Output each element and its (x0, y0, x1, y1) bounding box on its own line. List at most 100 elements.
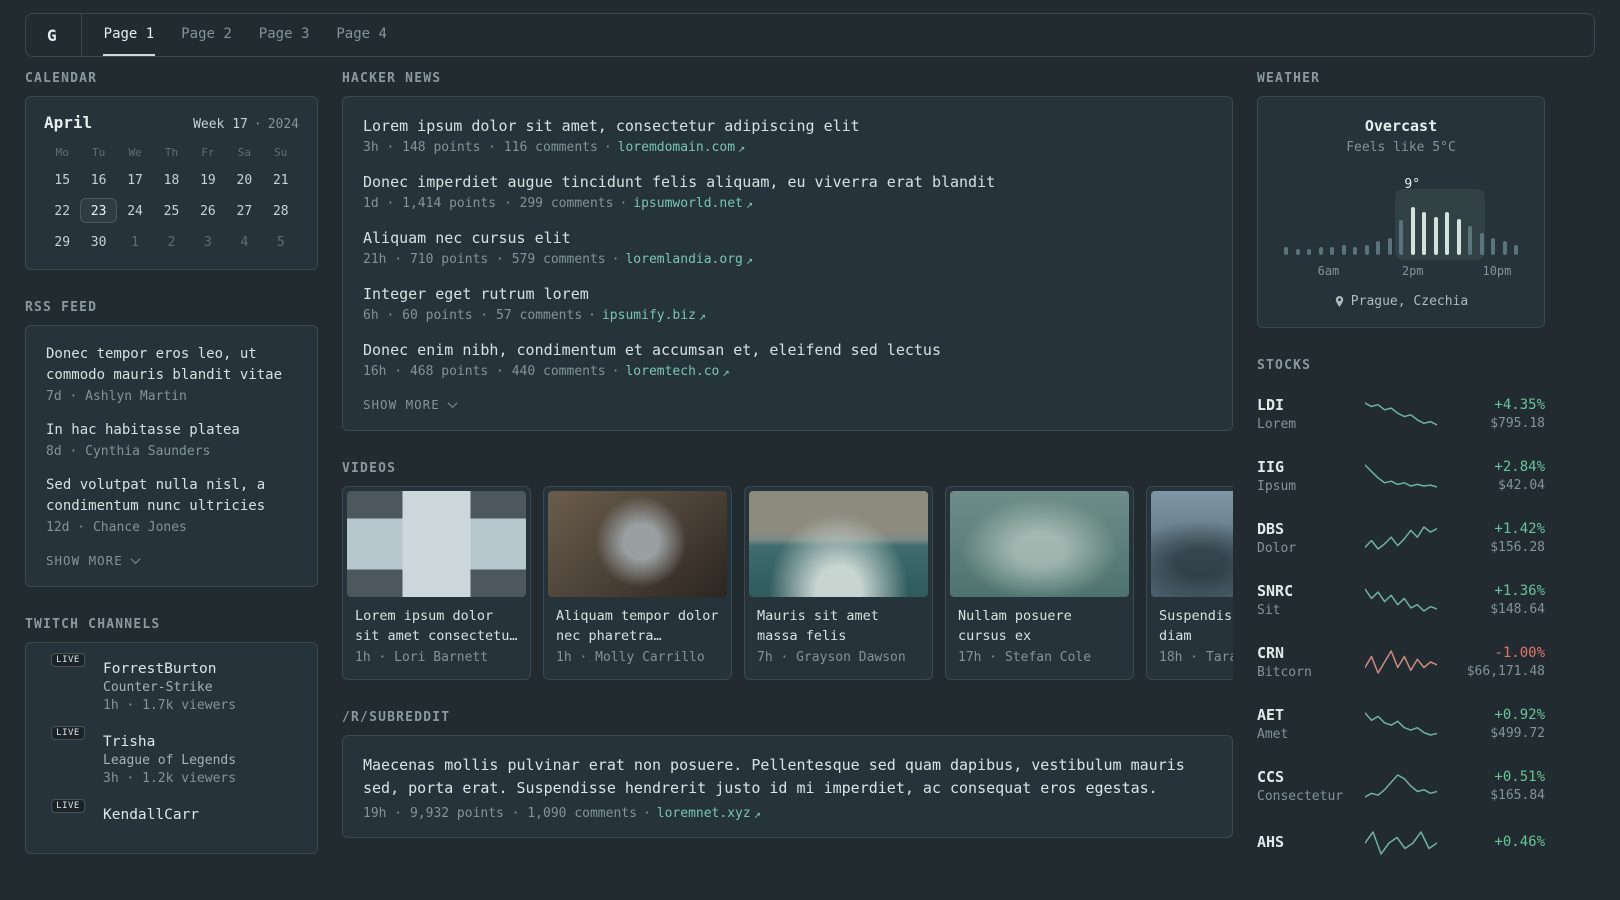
video-title: Aliquam tempor dolor nec pharetra… (556, 608, 719, 644)
rss-item-meta-text: 7d · Ashlyn Martin (46, 389, 187, 404)
stock-price: $148.64 (1490, 602, 1545, 617)
weather-bar (1502, 241, 1507, 255)
hn-domain-link[interactable]: ipsumworld.net ↗ (633, 196, 753, 211)
rss-item-title[interactable]: Donec tempor eros leo, ut commodo mauris… (46, 344, 297, 386)
video-meta: 1h · Lori Barnett (355, 650, 489, 665)
hn-item-title[interactable]: Donec enim nibh, condimentum et accumsan… (363, 339, 1212, 361)
page-tab[interactable]: Page 1 (102, 14, 156, 56)
video-meta: 17h · Stefan Cole (958, 650, 1092, 665)
stock-price: $795.18 (1490, 416, 1545, 431)
channel-game: Counter-Strike (103, 680, 213, 695)
separator: · (619, 196, 628, 211)
video-card[interactable]: Lorem ipsum dolor sit amet consectetu… 1… (342, 486, 531, 680)
rss-item-meta: 12d · Chance Jones (46, 520, 297, 535)
weather-bar (1330, 246, 1334, 255)
twitch-list: LIVE ForrestBurton Counter-Strike 1h · 1… (46, 653, 297, 826)
video-title: Nullam posuere cursus ex (958, 608, 1072, 644)
video-card[interactable]: Aliquam tempor dolor nec pharetra… 1h · … (543, 486, 732, 680)
stock-row[interactable]: CRN Bitcorn -1.00% $66,171.48 (1257, 631, 1545, 693)
page-tab[interactable]: Page 2 (180, 14, 233, 56)
hn-item-meta-text: 21h · 710 points · 579 comments (363, 252, 606, 267)
calendar-day: 2 (167, 235, 176, 250)
show-more-button[interactable]: SHOW MORE (46, 551, 141, 576)
stock-change: +1.36% (1494, 583, 1545, 599)
weather-bar (1376, 241, 1380, 255)
separator: · (611, 364, 620, 379)
weather-chart: 9° 6am 2pm 10pm (1284, 177, 1518, 279)
external-link-icon: ↗ (698, 308, 707, 323)
page-tab[interactable]: Page 3 (258, 14, 311, 56)
video-meta: 1h · Molly Carrillo (556, 650, 705, 665)
stock-price: $42.04 (1498, 478, 1545, 493)
stock-row[interactable]: SNRC Sit +1.36% $148.64 (1257, 569, 1545, 631)
channel-name[interactable]: Trisha (103, 734, 236, 750)
stock-row[interactable]: AHS +0.46% (1257, 817, 1545, 869)
calendar-day: 22 (54, 204, 71, 219)
channel-name[interactable]: KendallCarr (103, 807, 199, 823)
stock-sparkline (1361, 525, 1441, 551)
twitch-channel-info: KendallCarr (103, 807, 199, 826)
live-badge: LIVE (51, 653, 85, 667)
page-tab[interactable]: Page 4 (335, 14, 388, 56)
stock-price: $165.84 (1490, 788, 1545, 803)
day-header: Tu (92, 146, 106, 159)
stock-values: +0.92% $499.72 (1441, 707, 1545, 741)
video-meta: 7h · Grayson Dawson (757, 650, 906, 665)
hn-item-meta-text: 6h · 60 points · 57 comments (363, 308, 583, 323)
stock-row[interactable]: AET Amet +0.92% $499.72 (1257, 693, 1545, 755)
hn-item-meta: 6h · 60 points · 57 comments · ipsumify.… (363, 308, 1212, 323)
hn-item-title[interactable]: Lorem ipsum dolor sit amet, consectetur … (363, 115, 1212, 137)
rss-item-title[interactable]: In hac habitasse platea (46, 420, 297, 441)
channel-name[interactable]: ForrestBurton (103, 661, 236, 677)
live-badge: LIVE (51, 726, 85, 740)
video-card[interactable]: Suspendisse sagittis diam 18h · Tara (1146, 486, 1233, 680)
rss-item-title[interactable]: Sed volutpat nulla nisl, a condimentum n… (46, 475, 297, 517)
video-card[interactable]: Nullam posuere cursus ex 17h · Stefan Co… (945, 486, 1134, 680)
calendar-day: 17 (127, 173, 143, 188)
twitch-channel-row[interactable]: LIVE ForrestBurton Counter-Strike 1h · 1… (46, 653, 297, 713)
stock-symbol: LDI (1257, 396, 1285, 414)
stock-row[interactable]: DBS Dolor +1.42% $156.28 (1257, 507, 1545, 569)
rss-item-meta: 7d · Ashlyn Martin (46, 389, 297, 404)
stock-row[interactable]: CCS Consectetur +0.51% $165.84 (1257, 755, 1545, 817)
weather-bar (1456, 219, 1461, 255)
hn-domain-link[interactable]: loremlandia.org ↗ (625, 252, 753, 267)
post-domain-link[interactable]: loremnet.xyz ↗ (657, 806, 761, 821)
weather-bar (1307, 248, 1311, 255)
left-column: CALENDAR April Week 17 · 2024 Mo Tu We Th Fr… (25, 71, 318, 884)
stocks-list: LDI Lorem +4.35% $795.18 IIG Ipsum +2.84… (1257, 383, 1545, 869)
stock-row[interactable]: LDI Lorem +4.35% $795.18 (1257, 383, 1545, 445)
weather-bar (1318, 246, 1323, 255)
twitch-channel-info: Trisha League of Legends 3h · 1.2k viewe… (103, 734, 236, 786)
twitch-channel-info: ForrestBurton Counter-Strike 1h · 1.7k v… (103, 661, 236, 713)
chevron-down-icon (130, 554, 141, 565)
domain-text: loremdomain.com (617, 140, 736, 155)
stock-change: +4.35% (1494, 397, 1545, 413)
weather-bar (1410, 207, 1415, 255)
calendar-day: 18 (163, 173, 180, 188)
logo[interactable]: G (26, 14, 82, 56)
twitch-channel-row[interactable]: LIVE Trisha League of Legends 3h · 1.2k … (46, 726, 297, 786)
subreddit-widget: /R/SUBREDDIT Maecenas mollis pulvinar er… (342, 710, 1233, 838)
separator: · (603, 140, 612, 155)
stock-id: IIG Ipsum (1257, 458, 1361, 494)
hn-domain-link[interactable]: loremtech.co ↗ (625, 364, 729, 379)
hn-domain-link[interactable]: ipsumify.biz ↗ (602, 308, 706, 323)
show-more-button[interactable]: SHOW MORE (363, 395, 458, 420)
hn-item-meta: 3h · 148 points · 116 comments · loremdo… (363, 140, 1212, 155)
twitch-channel-row[interactable]: LIVE KendallCarr (46, 799, 297, 826)
hn-item-title[interactable]: Donec imperdiet augue tincidunt felis al… (363, 171, 1212, 193)
external-link-icon: ↗ (722, 364, 730, 379)
twitch-card: LIVE ForrestBurton Counter-Strike 1h · 1… (25, 642, 318, 854)
calendar-day: 15 (54, 173, 71, 188)
stock-values: +2.84% $42.04 (1441, 459, 1545, 493)
stock-price: $156.28 (1490, 540, 1545, 555)
external-link-icon: ↗ (745, 196, 754, 211)
post-title[interactable]: Maecenas mollis pulvinar erat non posuer… (363, 754, 1212, 800)
calendar-day: 1 (131, 235, 139, 250)
video-card[interactable]: Mauris sit amet massa felis 7h · Grayson… (744, 486, 933, 680)
stock-row[interactable]: IIG Ipsum +2.84% $42.04 (1257, 445, 1545, 507)
hn-item-title[interactable]: Integer eget rutrum lorem (363, 283, 1212, 305)
hn-item-title[interactable]: Aliquam nec cursus elit (363, 227, 1212, 249)
hn-domain-link[interactable]: loremdomain.com ↗ (618, 140, 746, 155)
